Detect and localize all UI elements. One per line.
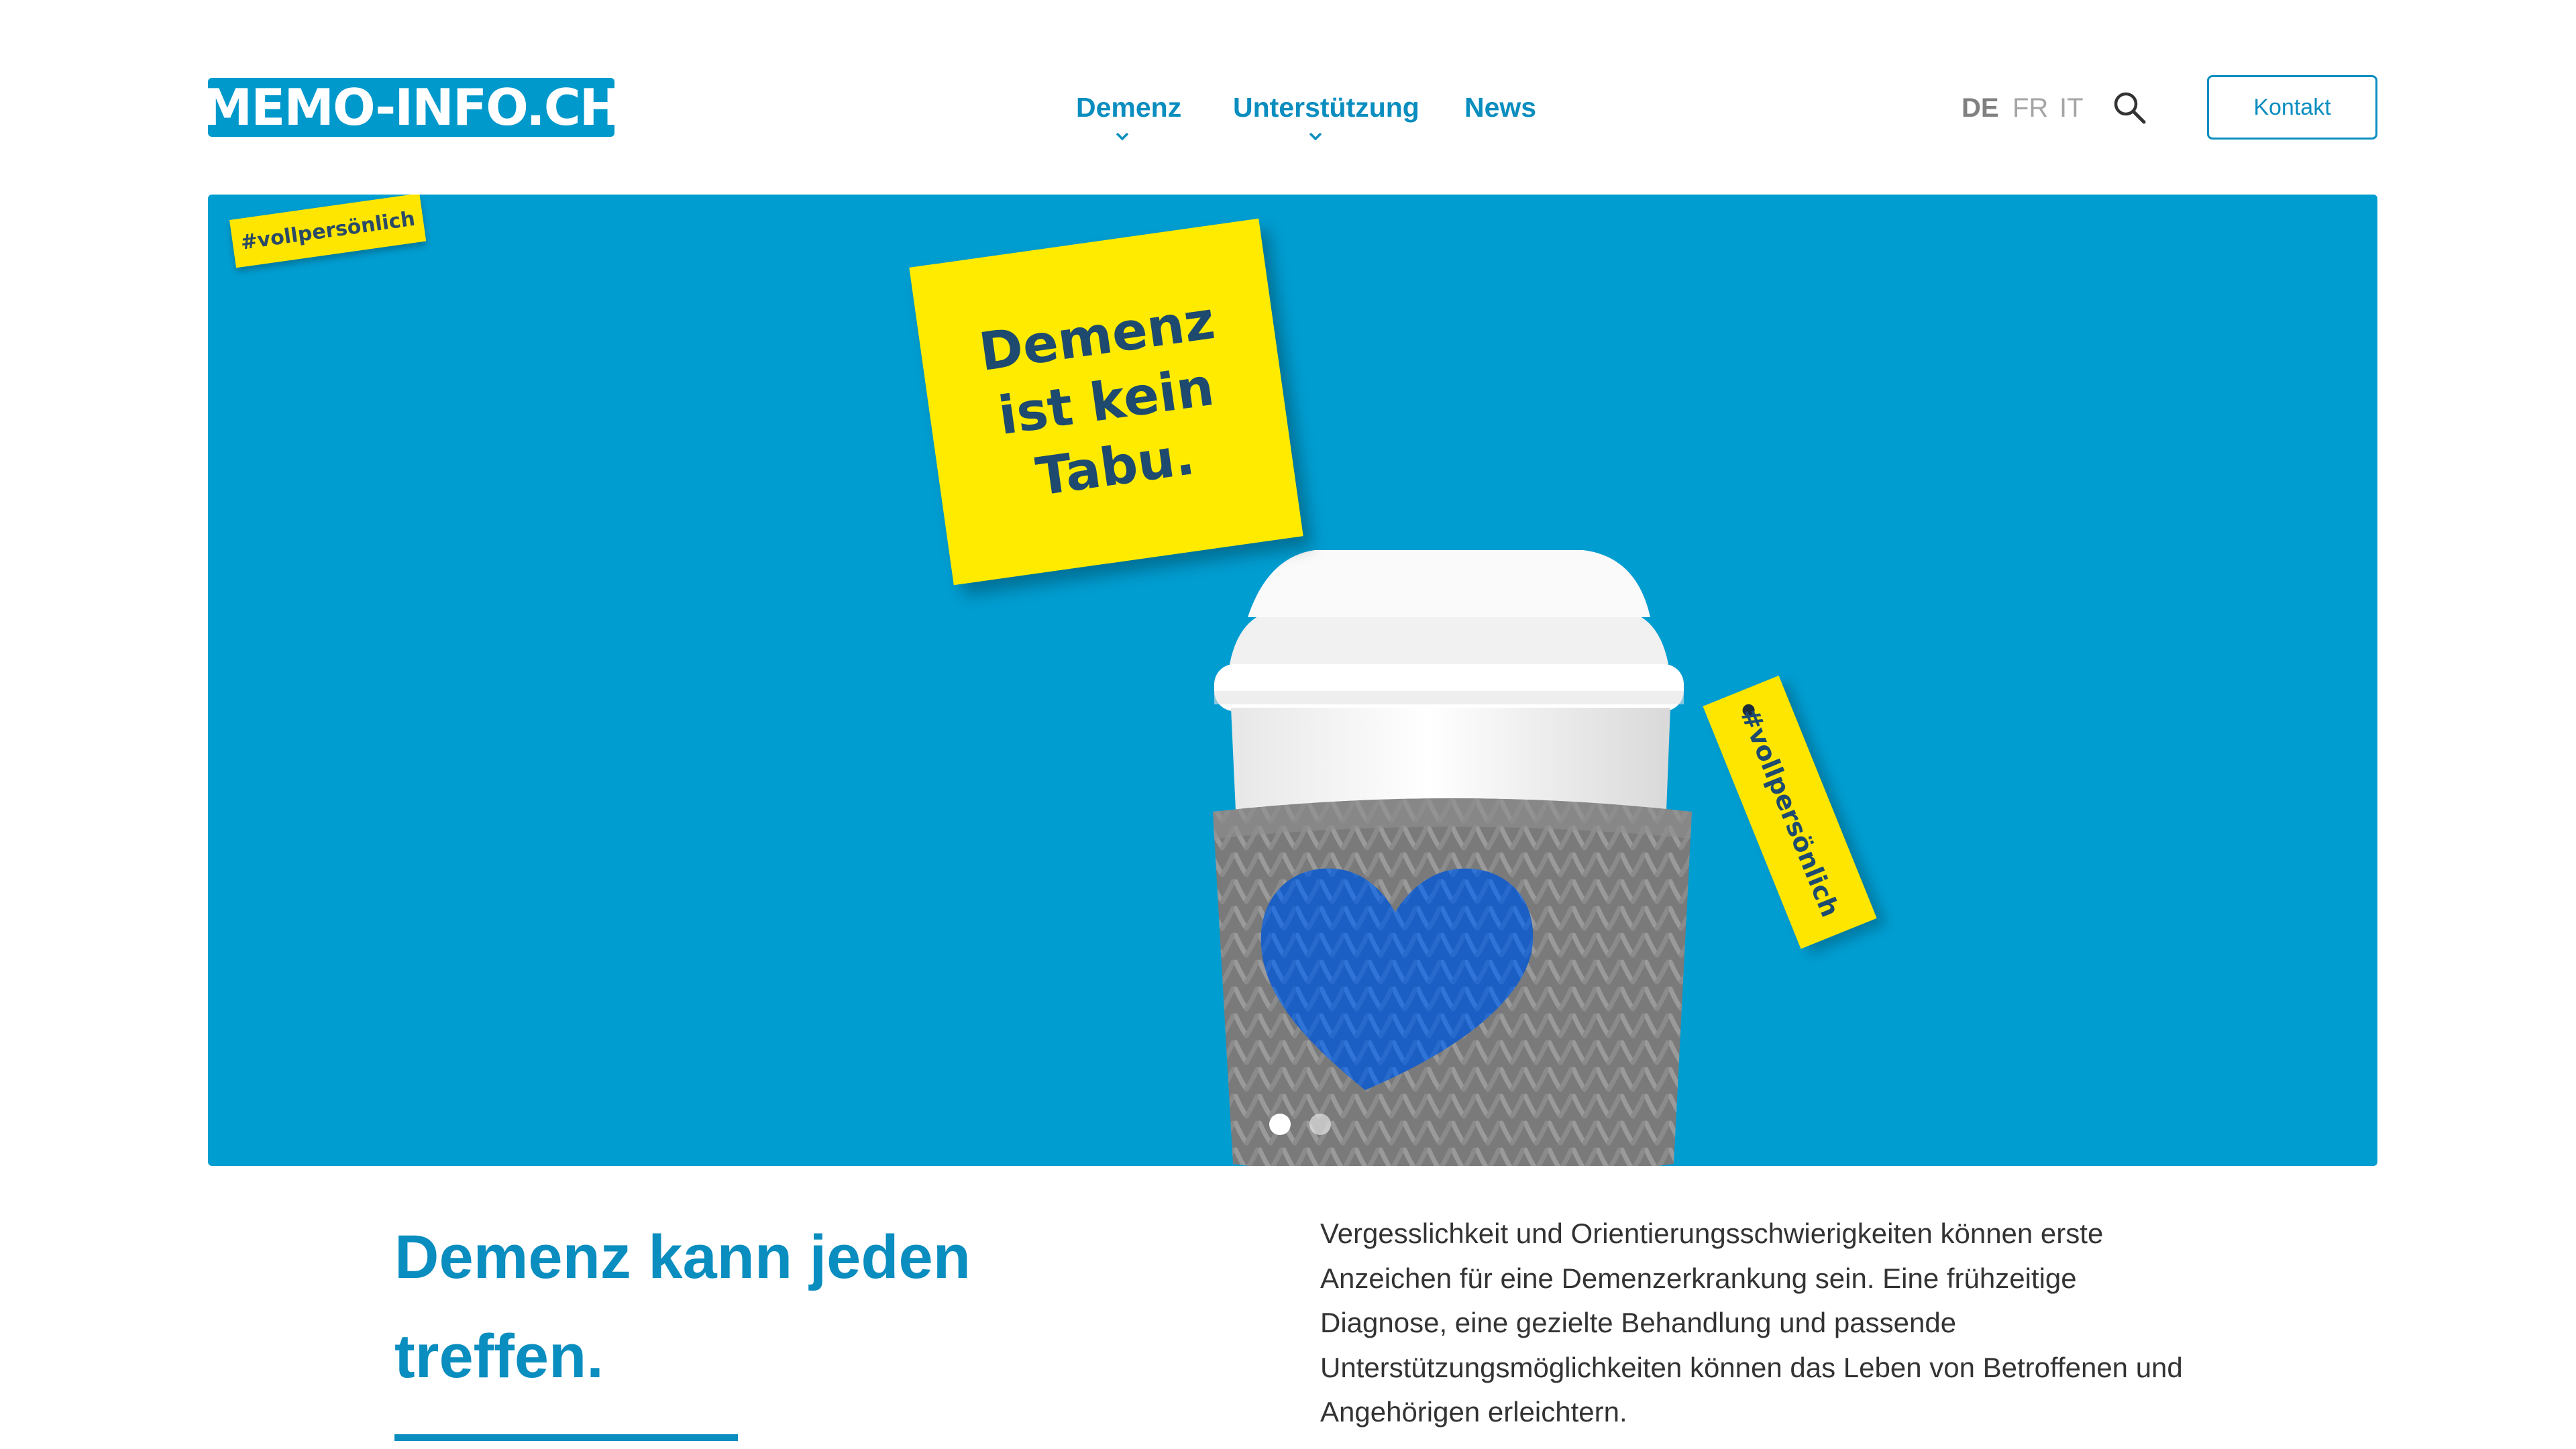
carousel-dot-1[interactable]	[1269, 1114, 1291, 1135]
headline-underline	[394, 1434, 738, 1441]
chevron-down-icon	[1116, 132, 1129, 141]
search-icon[interactable]	[2110, 89, 2148, 126]
sticky-note: Demenz ist kein Tabu.	[909, 218, 1303, 586]
page-headline: Demenz kann jeden treffen.	[394, 1223, 971, 1391]
intro-paragraph: Vergesslichkeit und Orientierungsschwier…	[1320, 1218, 2183, 1428]
site-logo[interactable]: MEMO-INFO.CH	[202, 78, 622, 137]
sticky-note-text: Demenz ist kein Tabu.	[975, 290, 1219, 508]
lang-de[interactable]: DE	[1962, 91, 1999, 125]
nav-item-unterstuetzung[interactable]: Unterstützung	[1233, 87, 1419, 127]
lang-it[interactable]: IT	[2059, 91, 2084, 125]
logo-text: MEMO-INFO.CH	[202, 78, 621, 137]
carousel-pagination	[1269, 1114, 1331, 1135]
hero-carousel: #vollpersönlich Demenz ist kein Tabu. #v…	[208, 195, 2377, 1166]
hashtag-badge: #vollpersönlich	[229, 195, 427, 268]
carousel-dot-2[interactable]	[1309, 1114, 1331, 1135]
lang-fr[interactable]: FR	[2012, 91, 2048, 125]
nav-item-news[interactable]: News	[1464, 87, 1536, 127]
chevron-down-icon	[1309, 132, 1322, 141]
hashtag-badge-text: #vollpersönlich	[239, 207, 417, 255]
contact-button[interactable]: Kontakt	[2207, 75, 2377, 140]
nav-item-demenz[interactable]: Demenz	[1076, 87, 1181, 127]
